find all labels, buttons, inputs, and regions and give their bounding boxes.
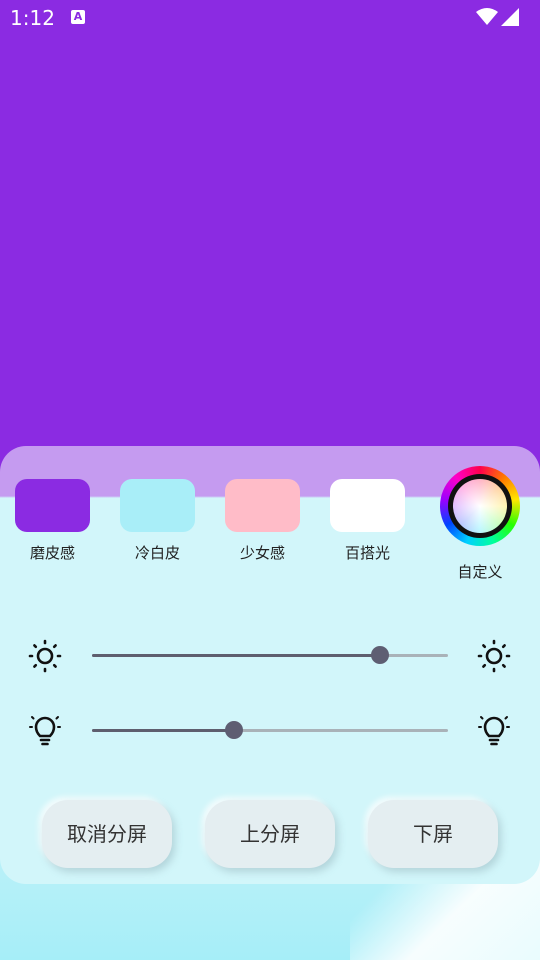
brightness-slider[interactable] [92,646,448,664]
color-wheel-icon[interactable] [440,466,520,546]
color-temperature-slider-fill [92,729,235,732]
status-time: 1:12 [10,6,55,30]
preset-swatch-mopi[interactable] [15,479,90,532]
preset-label-shaonvgan: 少女感 [239,544,285,562]
brightness-slider-thumb[interactable] [371,646,390,664]
preset-label-lengbaipi: 冷白皮 [134,544,180,562]
preset-label-baidaguang: 百搭光 [344,544,390,562]
preset-swatch-baidaguang[interactable] [330,479,405,532]
signal-icon [501,8,519,26]
brightness-slider-fill [92,654,381,657]
preset-label-mopi: 磨皮感 [29,544,75,562]
preset-swatch-lengbaipi[interactable] [120,479,195,532]
cancel-split-button[interactable]: 取消分屏 [42,800,172,868]
bulb-icon [478,716,510,746]
color-temperature-slider[interactable] [92,721,448,739]
bottom-split-button[interactable]: 下屏 [368,800,498,868]
top-split-button[interactable]: 上分屏 [205,800,335,868]
light-preview-area [0,36,540,456]
preset-swatch-shaonvgan[interactable] [225,479,300,532]
custom-color-label: 自定义 [457,563,503,581]
status-bar: 1:12 A [0,0,540,36]
wifi-icon [476,8,498,25]
notification-icon: A [71,10,85,24]
bulb-icon [29,716,61,746]
sun-icon [477,639,511,673]
sun-icon [28,639,62,673]
color-temperature-slider-thumb[interactable] [225,721,244,739]
control-panel: 磨皮感 冷白皮 少女感 百搭光 自定义 取消分屏 上分屏 下屏 [0,446,540,884]
